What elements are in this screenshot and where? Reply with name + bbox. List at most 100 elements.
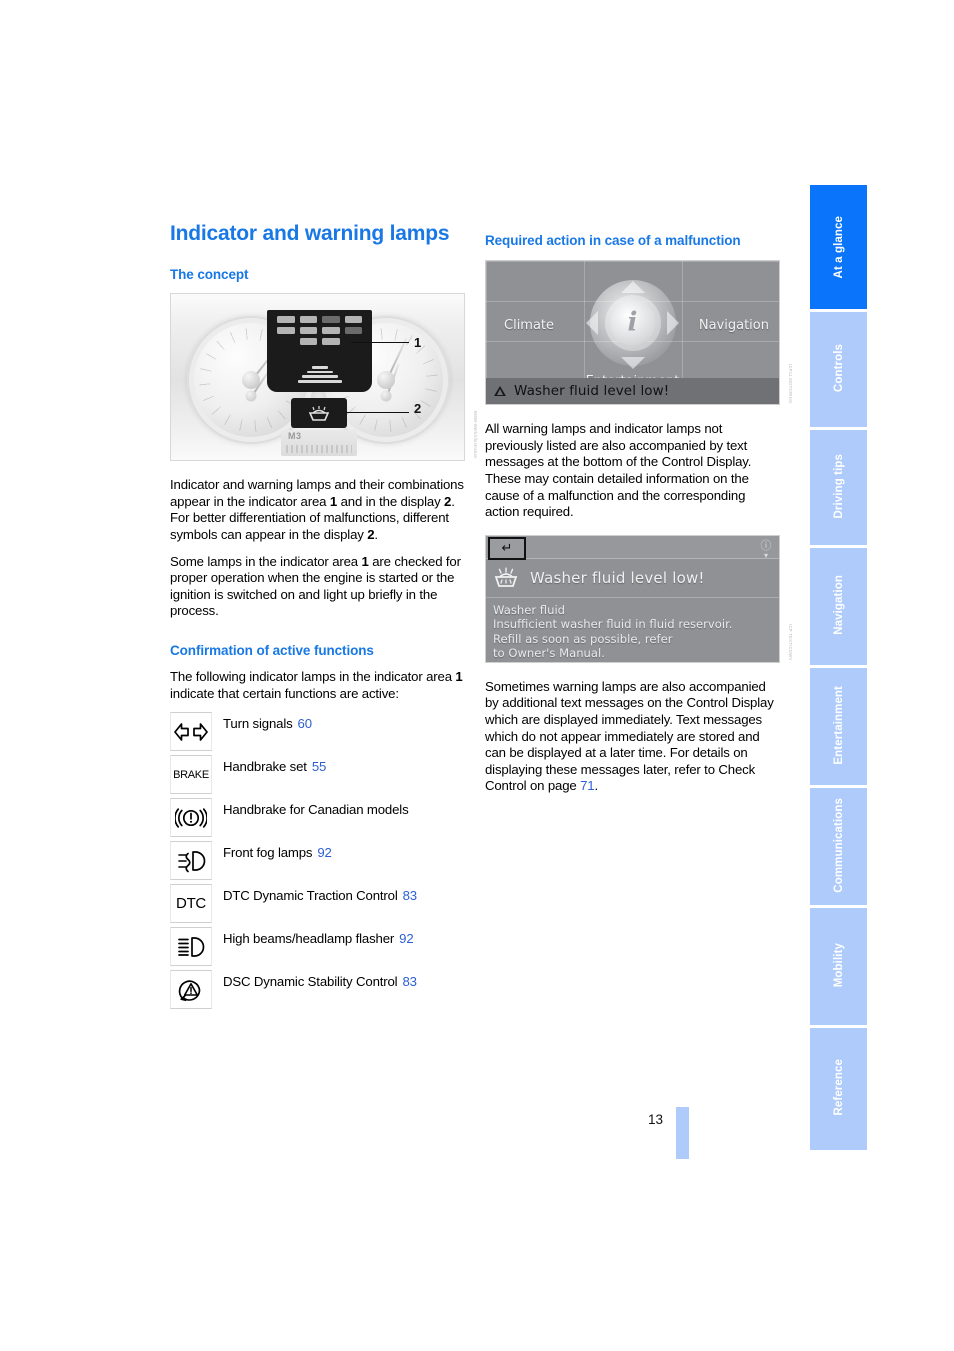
back-arrow-glyph: ↵ xyxy=(501,540,513,556)
lamp-name: Turn signals xyxy=(223,716,293,732)
indicator-lamp-cell xyxy=(322,338,340,346)
stack-bar xyxy=(297,380,342,383)
list-item: Front fog lamps 92 xyxy=(170,841,465,884)
indicator-lamp-cell xyxy=(299,338,317,346)
tab-driving-tips[interactable]: Driving tips xyxy=(810,427,867,545)
indicator-lamp-list: Turn signals 60 BRAKE Handbrake set 55 H… xyxy=(170,712,465,1013)
text-fragment: indicate that certain functions are acti… xyxy=(170,685,399,701)
indicator-lamp-cell xyxy=(299,316,317,324)
tab-reference[interactable]: Reference xyxy=(810,1025,867,1150)
list-item-label: Turn signals 60 xyxy=(212,712,312,732)
tab-label: Controls xyxy=(832,343,845,393)
lamp-name: High beams/headlamp flasher xyxy=(223,931,395,947)
text-fragment: . xyxy=(374,527,378,542)
dial-hub-secondary xyxy=(245,390,257,402)
info-icon: i xyxy=(627,307,638,338)
stack-bar xyxy=(306,370,333,374)
lamp-name: Handbrake for Canadian models xyxy=(223,802,409,818)
message-headline: Washer fluid level low! xyxy=(530,568,705,587)
tab-label: Driving tips xyxy=(832,453,845,519)
figure-credit: ICP TEXT/CDWV xyxy=(788,624,793,661)
heading-required-action: Required action in case of a malfunction xyxy=(485,233,741,248)
menu-item-climate: Climate xyxy=(504,318,555,334)
tab-label: Reference xyxy=(832,1059,845,1116)
text-bold-ref: 1 xyxy=(455,669,463,685)
tab-entertainment[interactable]: Entertainment xyxy=(810,665,867,785)
list-item: Handbrake for Canadian models xyxy=(170,798,465,841)
control-display-status-bar: Washer fluid level low! xyxy=(486,378,779,405)
page-ref: 60 xyxy=(297,716,313,732)
lamp-icon-box xyxy=(170,712,212,752)
stack-bar xyxy=(311,366,328,369)
figure-control-display-message: ↵ ⓘ ▾ Washer fluid level low! Washer flui… xyxy=(485,534,793,663)
callout-leader-2 xyxy=(346,412,409,414)
instrument-cluster-image: M3 1 2 xyxy=(170,293,465,462)
tab-label: Mobility xyxy=(832,942,845,988)
page-ref: 71 xyxy=(580,778,595,794)
text-bold-ref: 1 xyxy=(329,493,338,509)
list-item-label: Front fog lamps 92 xyxy=(212,841,332,861)
indicator-lamp-cell xyxy=(322,316,340,324)
page-ref: 83 xyxy=(402,888,418,904)
page-edge-marker xyxy=(676,1107,689,1159)
back-arrow-icon[interactable]: ↵ xyxy=(488,536,526,560)
tab-label: Entertainment xyxy=(832,685,845,765)
lamp-icon-box: BRAKE xyxy=(170,755,212,795)
callout-number-2: 2 xyxy=(414,401,422,417)
warning-triangle-icon xyxy=(494,386,506,397)
idrive-knob-graphic: i xyxy=(589,280,676,367)
washer-fluid-icon xyxy=(494,567,518,587)
text-fragment: and in the display xyxy=(337,493,445,509)
left-column: Indicator and warning lamps The concept xyxy=(170,222,478,1013)
list-item: DTC DTC Dynamic Traction Control 83 xyxy=(170,884,465,927)
lamp-name: DSC Dynamic Stability Control xyxy=(223,974,398,990)
message-headline-row: Washer fluid level low! xyxy=(486,558,779,598)
manual-page: Indicator and warning lamps The concept xyxy=(0,0,954,1351)
knob-inner: i xyxy=(609,300,656,347)
tab-controls[interactable]: Controls xyxy=(810,309,867,427)
message-body-line: to Owner's Manual. xyxy=(493,646,605,660)
lamp-name: DTC Dynamic Traction Control xyxy=(223,888,398,904)
list-item: Turn signals 60 xyxy=(170,712,465,755)
tab-communications[interactable]: Communications xyxy=(810,785,867,905)
paragraph-concept-2: Some lamps in the indicator area 1 are c… xyxy=(170,554,465,620)
info-icon[interactable]: ⓘ ▾ xyxy=(757,537,775,560)
indicator-lamp-cell xyxy=(344,327,362,335)
message-body-line: Washer fluid xyxy=(493,602,566,617)
indicator-lamp-cell xyxy=(344,316,362,324)
message-top-bar: ↵ ⓘ ▾ xyxy=(486,535,779,560)
text-fragment: The following indicator lamps in the ind… xyxy=(170,669,456,685)
text-bold-ref: 1 xyxy=(361,553,369,569)
odometer-lcd: M3 xyxy=(281,430,357,457)
message-body: Washer fluid Insufficient washer fluid i… xyxy=(486,598,779,661)
text-fragment: . xyxy=(594,778,598,794)
right-column: Required action in case of a malfunction… xyxy=(485,222,793,805)
dial-hub-secondary xyxy=(380,390,392,402)
tab-navigation[interactable]: Navigation xyxy=(810,545,867,665)
list-item-label: Handbrake set 55 xyxy=(212,755,326,775)
lamp-name: Front fog lamps xyxy=(223,845,313,861)
tab-label: Communications xyxy=(832,797,845,893)
lcd-segments xyxy=(286,445,352,454)
callout-number-1: 1 xyxy=(414,335,422,351)
tab-at-a-glance[interactable]: At a glance xyxy=(810,185,867,309)
figure-instrument-cluster: M3 1 2 BMW-Werk/Illustration xyxy=(170,293,478,462)
list-item: High beams/headlamp flasher 92 xyxy=(170,927,465,970)
message-body-line: Insufficient washer fluid in fluid reser… xyxy=(493,617,733,632)
seatbelt-stack-symbol xyxy=(297,366,342,388)
lamp-name: Handbrake set xyxy=(223,759,307,775)
lcd-model-text: M3 xyxy=(288,431,302,442)
callout-leader-1 xyxy=(351,342,409,344)
text-fragment: Sometimes warning lamps are also accompa… xyxy=(485,678,774,794)
list-item: DSC Dynamic Stability Control 83 xyxy=(170,970,465,1013)
indicator-area-1 xyxy=(267,310,372,393)
page-ref: 55 xyxy=(311,759,327,775)
dtc-text-icon: DTC xyxy=(176,895,206,913)
dsc-icon xyxy=(178,980,201,1001)
page-title: Indicator and warning lamps xyxy=(170,222,450,245)
status-message: Washer fluid level low! xyxy=(514,383,670,400)
tab-mobility[interactable]: Mobility xyxy=(810,905,867,1025)
paragraph-concept-1: Indicator and warning lamps and their co… xyxy=(170,477,465,543)
tab-label: At a glance xyxy=(832,215,845,279)
paragraph-check-control: Sometimes warning lamps are also accompa… xyxy=(485,679,780,795)
